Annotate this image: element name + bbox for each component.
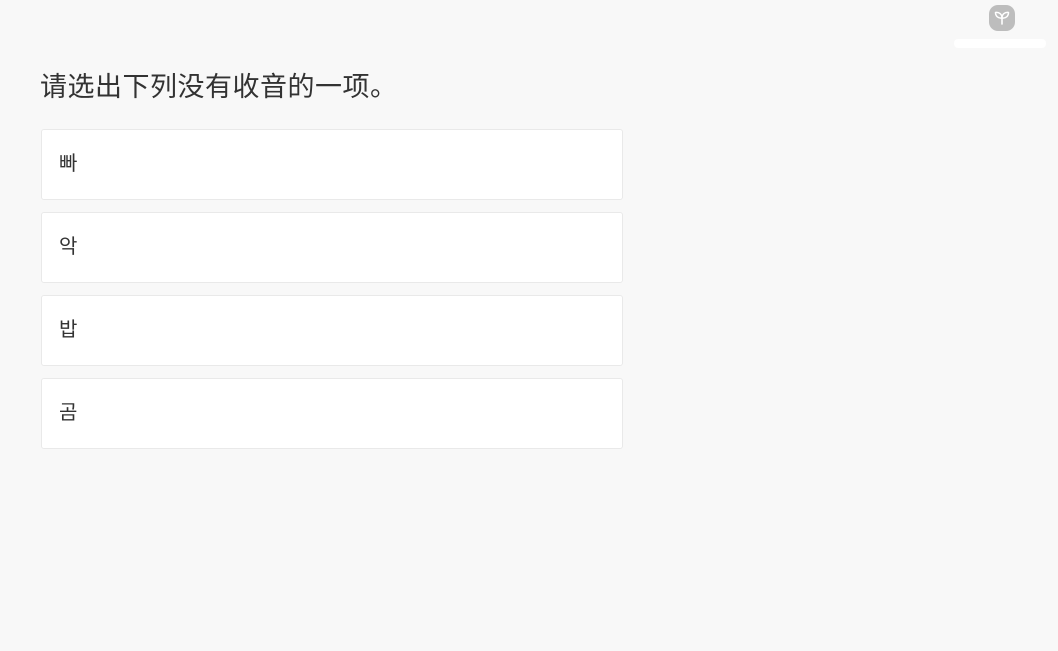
answer-option-3[interactable]: 밥: [41, 295, 623, 366]
answer-option-1[interactable]: 빠: [41, 129, 623, 200]
brand-logo: [954, 5, 1046, 53]
answer-option-label: 빠: [59, 150, 78, 175]
answer-option-label: 곰: [59, 399, 78, 424]
answer-option-label: 악: [59, 233, 78, 258]
answer-option-2[interactable]: 악: [41, 212, 623, 283]
leaf-sprout-glyph: [994, 11, 1010, 25]
answer-option-4[interactable]: 곰: [41, 378, 623, 449]
leaf-sprout-icon: [989, 5, 1015, 31]
answer-options-list: 빠 악 밥 곰: [41, 129, 623, 461]
brand-wordmark: [954, 39, 1046, 48]
answer-option-label: 밥: [59, 316, 78, 341]
question-prompt: 请选出下列没有收音的一项。: [40, 72, 398, 103]
